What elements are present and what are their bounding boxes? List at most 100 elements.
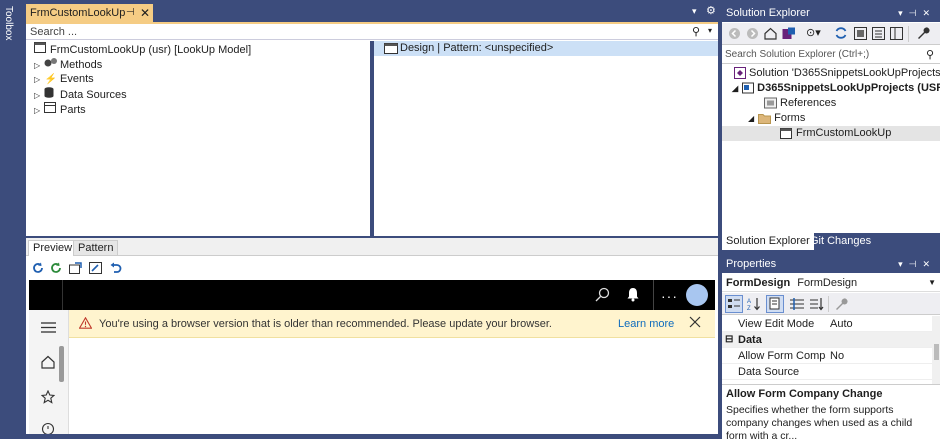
wrench-icon[interactable] xyxy=(834,297,848,311)
switch-views-icon[interactable] xyxy=(782,27,796,40)
panel-title: Solution Explorer xyxy=(726,7,810,19)
solution-search-input[interactable] xyxy=(722,46,918,63)
folder-icon xyxy=(758,113,772,124)
solution-explorer-search: ⚲ xyxy=(722,46,940,64)
sync-icon[interactable] xyxy=(834,26,848,40)
tree-node-methods[interactable]: ▷ Methods xyxy=(34,57,102,72)
show-all-files-icon[interactable] xyxy=(872,27,885,40)
collapse-all-icon[interactable] xyxy=(854,27,867,40)
solution-icon xyxy=(734,67,746,80)
home-icon[interactable] xyxy=(41,355,55,369)
property-value[interactable]: No xyxy=(830,348,844,364)
expand-arrow-icon[interactable]: ▷ xyxy=(34,88,44,103)
parts-icon xyxy=(44,102,58,113)
form-file-node[interactable]: FrmCustomLookUp xyxy=(722,126,940,141)
panel-window-icons[interactable]: ▾⊣✕ xyxy=(898,256,936,273)
collapse-icon[interactable]: ⊟ xyxy=(725,332,733,348)
property-description: Allow Form Company Change Specifies whet… xyxy=(722,384,940,439)
references-node[interactable]: References xyxy=(764,96,836,111)
tab-git-changes[interactable]: Git Changes xyxy=(806,233,875,250)
tree-node-parts[interactable]: ▷ Parts xyxy=(34,102,86,117)
solution-explorer-toolbar: ⊙▾ xyxy=(722,23,940,45)
gear-icon[interactable]: ⚙ xyxy=(706,4,716,17)
refresh-green-icon[interactable] xyxy=(50,262,62,274)
design-pane: Design | Pattern: <unspecified> xyxy=(374,41,718,236)
document-tab[interactable]: FrmCustomLookUp ⊣ ✕ xyxy=(26,4,153,22)
tab-solution-explorer[interactable]: Solution Explorer xyxy=(722,233,814,250)
events-list-icon[interactable] xyxy=(790,297,804,311)
expand-arrow-icon[interactable]: ▷ xyxy=(34,58,44,73)
home-icon[interactable] xyxy=(764,27,777,40)
rail-scrollbar[interactable] xyxy=(59,346,64,382)
sort-icon[interactable] xyxy=(810,297,824,311)
panel-window-icons[interactable]: ▾⊣✕ xyxy=(898,5,936,22)
screenshot-icon[interactable] xyxy=(89,262,102,274)
properties-header: Properties ▾⊣✕ xyxy=(722,256,940,273)
clock-icon[interactable] xyxy=(41,422,55,434)
search-icon[interactable]: ⚲ xyxy=(692,25,700,38)
wrench-icon[interactable] xyxy=(916,26,930,40)
property-category[interactable]: ⊟ Data xyxy=(722,332,932,348)
toolbox-strip[interactable]: Toolbox xyxy=(0,0,22,439)
back-icon[interactable] xyxy=(728,27,741,40)
object-selector[interactable]: FormDesign FormDesign ▼ xyxy=(722,274,940,292)
property-scrollbar[interactable] xyxy=(932,316,940,384)
refresh-icon[interactable] xyxy=(32,262,44,274)
preview-selected-icon[interactable] xyxy=(890,27,903,40)
property-value[interactable]: Auto xyxy=(830,316,853,332)
property-row[interactable]: Allow Form Company Change No xyxy=(722,348,932,364)
search-icon[interactable]: ⚲ xyxy=(926,48,934,61)
toolbox-label[interactable]: Toolbox xyxy=(3,6,14,40)
project-node[interactable]: ◢ D365SnippetsLookUpProjects (USR) xyxy=(732,81,940,96)
close-icon[interactable]: ✕ xyxy=(140,4,150,22)
toolbar-separator xyxy=(908,26,909,42)
expand-arrow-icon[interactable]: ▷ xyxy=(34,103,44,118)
form-file-label: FrmCustomLookUp xyxy=(796,127,892,139)
collapse-arrow-icon[interactable]: ◢ xyxy=(732,84,738,93)
star-icon[interactable] xyxy=(41,390,55,404)
undo-icon[interactable] xyxy=(110,262,122,274)
close-icon[interactable] xyxy=(689,316,701,328)
open-window-icon[interactable] xyxy=(69,262,82,274)
history-icon[interactable]: ⊙▾ xyxy=(806,26,821,39)
scrollbar-thumb[interactable] xyxy=(934,344,939,360)
browser-warning-banner: You're using a browser version that is o… xyxy=(69,310,715,338)
properties-view-button[interactable] xyxy=(766,295,784,313)
tree-node-label: Methods xyxy=(60,59,103,71)
bell-icon[interactable] xyxy=(626,287,640,302)
search-icon[interactable] xyxy=(595,287,610,302)
project-icon xyxy=(742,82,755,94)
alphabetical-icon[interactable]: AZ xyxy=(747,297,761,311)
solution-node-label: Solution 'D365SnippetsLookUpProjects' (1 xyxy=(749,67,940,79)
design-node[interactable]: Design | Pattern: <unspecified> xyxy=(374,41,718,56)
solution-node[interactable]: Solution 'D365SnippetsLookUpProjects' (1 xyxy=(734,66,940,81)
project-node-label: D365SnippetsLookUpProjects (USR) xyxy=(757,82,940,94)
chevron-down-icon[interactable]: ▾ xyxy=(708,26,712,35)
hamburger-icon[interactable] xyxy=(41,322,56,333)
categorized-button[interactable] xyxy=(725,295,743,313)
collapse-arrow-icon[interactable]: ◢ xyxy=(748,114,754,123)
tree-node-root[interactable]: FrmCustomLookUp (usr) [LookUp Model] xyxy=(34,42,251,57)
tab-preview[interactable]: Preview xyxy=(28,240,78,256)
learn-more-link[interactable]: Learn more xyxy=(618,318,674,330)
tree-node-label: Data Sources xyxy=(60,89,127,101)
forms-folder-node[interactable]: ◢ Forms xyxy=(748,111,805,126)
more-icon[interactable]: ··· xyxy=(661,288,678,304)
avatar[interactable] xyxy=(686,284,708,306)
property-row[interactable]: View Edit Mode Auto xyxy=(722,316,932,332)
expand-arrow-icon[interactable]: ▷ xyxy=(34,72,44,87)
tree-node-events[interactable]: ▷ ⚡ Events xyxy=(34,72,94,87)
property-name: View Edit Mode xyxy=(738,318,815,330)
pin-icon[interactable]: ⊣ xyxy=(126,4,135,22)
forward-icon[interactable] xyxy=(746,27,759,40)
designer-search-input[interactable] xyxy=(26,24,666,39)
chevron-down-icon[interactable]: ▼ xyxy=(928,274,936,292)
tab-dropdown-icon[interactable]: ▾ xyxy=(692,6,697,17)
property-row[interactable]: Data Source xyxy=(722,364,932,380)
tab-pattern[interactable]: Pattern xyxy=(73,240,119,256)
object-type: FormDesign xyxy=(797,277,858,289)
properties-panel: Properties ▾⊣✕ FormDesign FormDesign ▼ A… xyxy=(722,256,940,439)
preview-toolbar xyxy=(26,258,718,278)
tree-node-data-sources[interactable]: ▷ Data Sources xyxy=(34,87,127,102)
object-name: FormDesign xyxy=(726,277,791,289)
